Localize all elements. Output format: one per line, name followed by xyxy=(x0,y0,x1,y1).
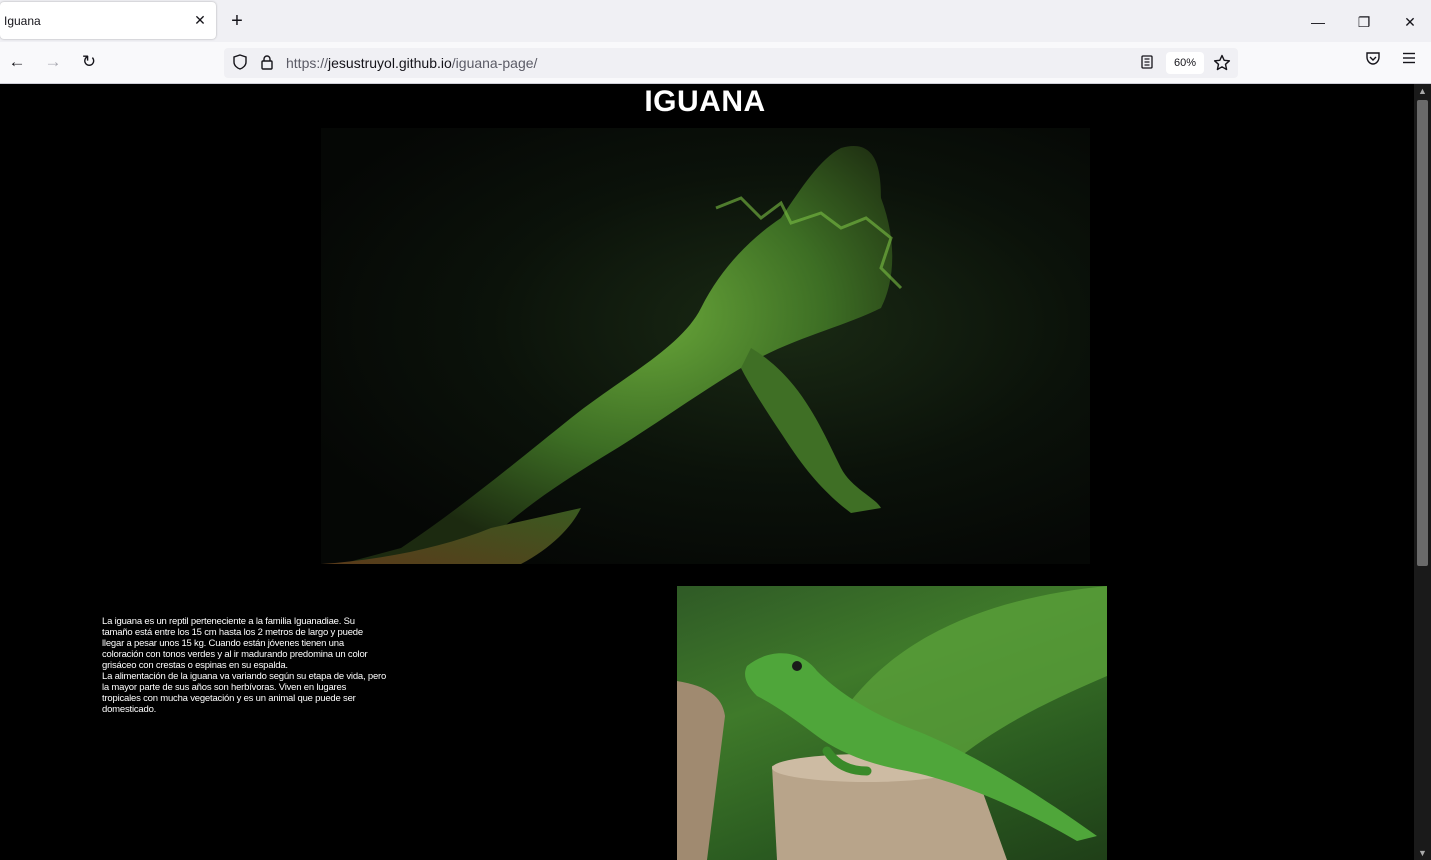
reader-mode-icon[interactable] xyxy=(1138,54,1156,72)
description-paragraph-2: La alimentación de la iguana va variando… xyxy=(102,671,387,715)
bookmark-star-icon[interactable] xyxy=(1213,54,1231,72)
tab-bar: Iguana ✕ + — ❐ ✕ xyxy=(0,0,1431,42)
tab-title: Iguana xyxy=(4,14,41,28)
scroll-up-arrow-icon[interactable]: ▲ xyxy=(1414,84,1431,98)
scrollbar-thumb[interactable] xyxy=(1417,100,1428,566)
new-tab-button[interactable]: + xyxy=(226,10,248,32)
url-host: jesustruyol.github.io xyxy=(328,55,452,71)
url-scheme: https:// xyxy=(286,55,329,71)
restore-window-button[interactable]: ❐ xyxy=(1350,8,1378,36)
close-tab-icon[interactable]: ✕ xyxy=(192,12,208,28)
minimize-window-button[interactable]: — xyxy=(1304,8,1332,36)
reload-button[interactable]: ↻ xyxy=(77,50,101,74)
hero-iguana-image xyxy=(321,128,1090,564)
close-window-button[interactable]: ✕ xyxy=(1396,8,1424,36)
hamburger-menu-icon[interactable] xyxy=(1397,50,1421,74)
zoom-level-badge[interactable]: 60% xyxy=(1166,52,1204,74)
url-text[interactable]: https://jesustruyol.github.io/iguana-pag… xyxy=(286,55,537,71)
forward-button[interactable]: → xyxy=(41,50,65,74)
pocket-icon[interactable] xyxy=(1361,50,1385,74)
page-content: IGUANA La iguana es un reptil pertenecie… xyxy=(0,84,1414,860)
url-path: /iguana-page/ xyxy=(451,55,538,71)
tab-iguana[interactable]: Iguana ✕ xyxy=(0,2,216,39)
page-scrollbar[interactable]: ▲ ▼ xyxy=(1414,84,1431,860)
scroll-down-arrow-icon[interactable]: ▼ xyxy=(1414,846,1431,860)
iguana-on-log-image xyxy=(677,586,1107,860)
page-title: IGUANA xyxy=(644,85,766,118)
lock-icon[interactable] xyxy=(258,54,276,72)
iguana-description: La iguana es un reptil perteneciente a l… xyxy=(102,616,387,715)
description-paragraph-1: La iguana es un reptil perteneciente a l… xyxy=(102,616,368,671)
shield-icon[interactable] xyxy=(231,54,249,72)
back-button[interactable]: ← xyxy=(5,50,29,74)
navigation-toolbar: ← → ↻ https://jesustruyol.github.io/igua… xyxy=(0,42,1431,84)
url-bar[interactable]: https://jesustruyol.github.io/iguana-pag… xyxy=(224,48,1238,78)
